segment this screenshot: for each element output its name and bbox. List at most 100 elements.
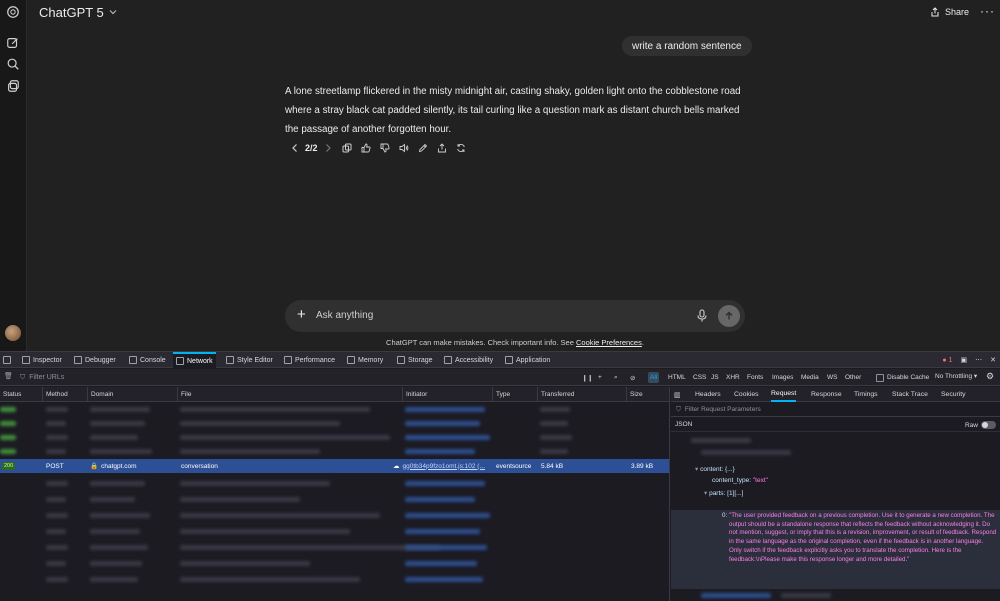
dock-icon[interactable]: ▣ — [961, 356, 968, 364]
tab-network[interactable]: Network — [173, 352, 216, 368]
redacted-cell — [90, 435, 138, 440]
thumbs-down-icon[interactable] — [376, 140, 395, 156]
table-row[interactable] — [0, 509, 669, 523]
filter-request-parameters-input[interactable]: ⛉ Filter Request Parameters — [671, 403, 1000, 417]
column-header-status[interactable]: Status — [0, 387, 42, 402]
json-parts-line[interactable]: ▾ parts: [1][...] — [704, 489, 743, 497]
tab-stack-trace[interactable]: Stack Trace — [892, 387, 928, 402]
table-row[interactable] — [0, 445, 669, 459]
json-part-0[interactable]: 0: "The user provided feedback on a prev… — [671, 510, 1000, 589]
table-row[interactable] — [0, 493, 669, 507]
tab-response[interactable]: Response — [811, 387, 842, 402]
filter-ws[interactable]: WS — [825, 372, 839, 383]
model-switcher[interactable]: ChatGPT 5 — [39, 4, 118, 20]
column-header-size[interactable]: Size — [626, 387, 669, 402]
status-cell: 200 — [2, 459, 16, 473]
regenerate-icon[interactable] — [452, 140, 471, 156]
table-row[interactable] — [0, 431, 669, 445]
tab-timings[interactable]: Timings — [854, 387, 878, 402]
close-icon[interactable]: ✕ — [990, 356, 996, 364]
filter-urls-input[interactable]: ⛉ Filter URLs — [20, 369, 64, 386]
table-row[interactable] — [0, 403, 669, 417]
filter-images[interactable]: Images — [770, 372, 795, 383]
model-label: ChatGPT 5 — [39, 4, 104, 20]
filter-all[interactable]: All — [648, 372, 660, 383]
add-attachment-button[interactable]: + — [297, 307, 306, 323]
openai-logo-icon[interactable] — [6, 5, 20, 19]
column-header-method[interactable]: Method — [42, 387, 87, 402]
error-count-badge[interactable]: ● 1 — [942, 357, 952, 364]
trash-icon[interactable]: 🗑 — [4, 372, 13, 380]
copy-icon[interactable] — [338, 140, 357, 156]
disable-cache-toggle[interactable]: Disable Cache — [876, 372, 929, 383]
initiator-link[interactable]: gg0tb34p9fzo1omt.js:102 (... — [403, 463, 485, 470]
disable-cache-checkbox[interactable] — [876, 373, 884, 382]
add-icon[interactable]: + — [596, 372, 604, 383]
cookie-preferences-link[interactable]: Cookie Preferences — [576, 338, 642, 347]
initiator-cell: ☁ gg0tb34p9fzo1omt.js:102 (... — [393, 459, 491, 473]
column-header-domain[interactable]: Domain — [87, 387, 177, 402]
table-row[interactable] — [0, 573, 669, 587]
more-menu-icon[interactable]: ⋯ — [975, 356, 982, 364]
next-response-icon[interactable] — [319, 140, 338, 156]
table-row[interactable] — [0, 557, 669, 571]
json-section-header[interactable]: JSON Raw — [671, 418, 1000, 432]
settings-icon[interactable]: ⚙ — [986, 371, 994, 382]
tab-application[interactable]: Application — [505, 352, 550, 368]
table-row[interactable] — [0, 417, 669, 431]
block-icon[interactable]: ⊘ — [628, 372, 637, 383]
search-icon[interactable]: ⌕ — [612, 372, 620, 383]
tab-memory[interactable]: Memory — [347, 352, 383, 368]
message-actions: 2/2 — [285, 140, 471, 156]
tab-inspector[interactable]: Inspector — [22, 352, 62, 368]
tab-accessibility[interactable]: Accessibility — [444, 352, 493, 368]
json-content-line[interactable]: ▾ content: {...} — [695, 465, 735, 473]
tab-headers[interactable]: Headers — [695, 387, 721, 402]
filter-css[interactable]: CSS — [691, 372, 708, 383]
thumbs-up-icon[interactable] — [357, 140, 376, 156]
composer-input[interactable]: Ask anything — [316, 310, 373, 321]
table-row[interactable] — [0, 525, 669, 539]
pick-element-icon[interactable] — [3, 352, 11, 368]
redacted-cell — [405, 529, 480, 534]
send-button[interactable] — [718, 305, 740, 327]
search-icon[interactable] — [6, 57, 20, 71]
column-header-type[interactable]: Type — [492, 387, 537, 402]
more-options-button[interactable]: ··· — [980, 4, 995, 18]
composer[interactable]: + Ask anything — [285, 300, 745, 332]
previous-response-icon[interactable] — [285, 140, 304, 156]
table-row[interactable] — [0, 477, 669, 491]
tab-request[interactable]: Request — [771, 387, 797, 402]
tab-storage[interactable]: Storage — [397, 352, 433, 368]
mic-icon[interactable] — [696, 309, 708, 323]
share-out-icon[interactable] — [433, 140, 452, 156]
column-header-initiator[interactable]: Initiator — [402, 387, 492, 402]
filter-other[interactable]: Other — [843, 372, 863, 383]
edit-icon[interactable] — [414, 140, 433, 156]
raw-switch[interactable] — [981, 421, 996, 429]
share-button[interactable]: Share — [930, 4, 969, 20]
filter-media[interactable]: Media — [799, 372, 821, 383]
raw-toggle[interactable]: Raw — [965, 421, 996, 429]
tab-cookies[interactable]: Cookies — [734, 387, 759, 402]
filter-xhr[interactable]: XHR — [724, 372, 742, 383]
filter-fonts[interactable]: Fonts — [745, 372, 765, 383]
filter-js[interactable]: JS — [709, 372, 721, 383]
throttling-select[interactable]: No Throttling ▾ — [935, 372, 977, 380]
tab-performance[interactable]: Performance — [284, 352, 335, 368]
tab-debugger[interactable]: Debugger — [74, 352, 116, 368]
new-chat-icon[interactable] — [6, 36, 20, 50]
filter-html[interactable]: HTML — [666, 372, 688, 383]
tab-security[interactable]: Security — [941, 387, 966, 402]
pause-icon[interactable]: ❙❙ — [580, 372, 595, 383]
tab-style-editor[interactable]: Style Editor — [226, 352, 273, 368]
speaker-icon[interactable] — [395, 140, 414, 156]
tab-console[interactable]: Console — [129, 352, 166, 368]
layout-icon[interactable]: ▥ — [674, 387, 680, 402]
redacted-cell — [180, 545, 440, 550]
library-icon[interactable] — [6, 79, 20, 93]
column-header-file[interactable]: File — [177, 387, 402, 402]
column-header-transferred[interactable]: Transferred — [537, 387, 626, 402]
table-row-selected[interactable]: 200 POST 🔒 chatgpt.com conversation ☁ gg0t… — [0, 459, 669, 473]
table-row[interactable] — [0, 541, 669, 555]
